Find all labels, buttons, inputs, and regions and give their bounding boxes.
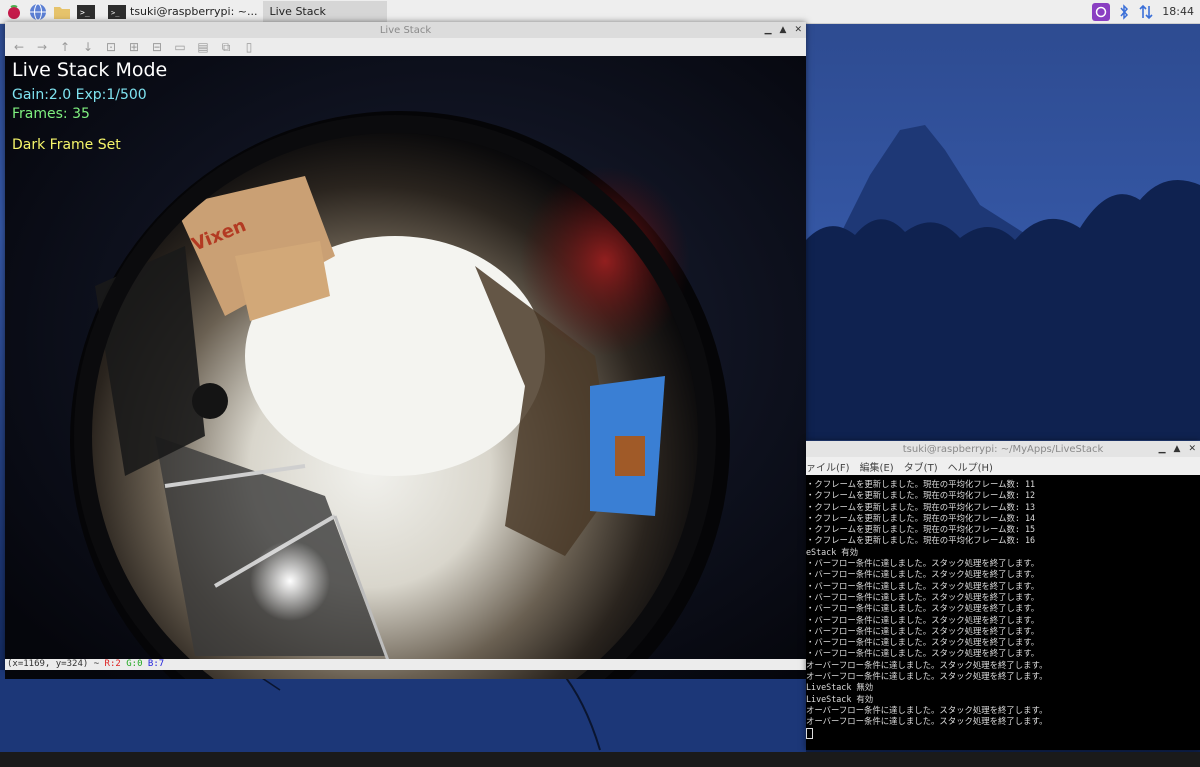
taskbar: >_ >_ tsuki@raspberrypi: ~... Live Stack…	[0, 0, 1200, 24]
file-manager-folder-icon[interactable]	[52, 2, 72, 22]
copy-icon[interactable]: ⧉	[218, 40, 234, 54]
terminal-prompt[interactable]	[806, 727, 1200, 739]
terminal-titlebar[interactable]: tsuki@raspberrypi: ~/MyApps/LiveStack ▁ …	[806, 441, 1200, 457]
taskbar-task-terminal[interactable]: >_ tsuki@raspberrypi: ~...	[102, 1, 263, 22]
terminal-line: ・バーフロー条件に達しました。スタック処理を終了します。	[806, 625, 1040, 636]
vnc-icon[interactable]	[1092, 2, 1111, 21]
terminal-line: ・クフレームを更新しました。現在の平均化フレーム数: 12	[806, 490, 1036, 501]
pixel-g: G:0	[126, 659, 143, 669]
terminal-line: ・バーフロー条件に達しました。スタック処理を終了します。	[806, 558, 1040, 569]
terminal-line: オーバーフロー条件に達しました。スタック処理を終了します。	[806, 704, 1048, 715]
close-icon[interactable]: ✕	[794, 25, 802, 35]
properties-icon[interactable]: ▯	[241, 40, 257, 54]
terminal-window: tsuki@raspberrypi: ~/MyApps/LiveStack ▁ …	[806, 441, 1200, 750]
livestack-titlebar[interactable]: Live Stack ▁ ▲ ✕	[5, 22, 806, 38]
window-title: Live Stack	[379, 24, 432, 36]
minimize-icon[interactable]: ▁	[1159, 444, 1166, 454]
terminal-menubar: ァイル(F) 編集(E) タブ(T) ヘルプ(H)	[806, 457, 1200, 475]
terminal-line: ・クフレームを更新しました。現在の平均化フレーム数: 14	[806, 512, 1036, 523]
up-arrow-icon[interactable]: ↑	[57, 40, 73, 54]
overlay-frames: Frames: 35	[12, 106, 90, 122]
terminal-line: ・バーフロー条件に達しました。スタック処理を終了します。	[806, 614, 1040, 625]
minimize-icon[interactable]: ▁	[765, 25, 772, 35]
overlay-gain-exp: Gain:2.0 Exp:1/500	[12, 87, 147, 103]
terminal-line: ・クフレームを更新しました。現在の平均化フレーム数: 13	[806, 501, 1036, 512]
menu-edit[interactable]: 編集(E)	[860, 459, 894, 474]
terminal-launcher-icon[interactable]: >_	[76, 2, 96, 22]
bluetooth-icon[interactable]	[1118, 3, 1130, 20]
browser-globe-icon[interactable]	[28, 2, 48, 22]
task-label: tsuki@raspberrypi: ~...	[130, 5, 258, 18]
zoom-out-icon[interactable]: ▭	[172, 40, 188, 54]
zoom-original-icon[interactable]: ⊟	[149, 40, 165, 54]
terminal-line: オーバーフロー条件に達しました。スタック処理を終了します。	[806, 659, 1048, 670]
save-icon[interactable]: ▤	[195, 40, 211, 54]
svg-text:>_: >_	[111, 9, 120, 17]
zoom-fit-icon[interactable]: ⊞	[126, 40, 142, 54]
forward-arrow-icon[interactable]: →	[34, 40, 50, 54]
terminal-line: LiveStack 無効	[806, 682, 874, 693]
close-icon[interactable]: ✕	[1188, 444, 1196, 454]
clock: 18:44	[1162, 5, 1194, 18]
terminal-line: オーバーフロー条件に達しました。スタック処理を終了します。	[806, 671, 1048, 682]
raspberry-menu-icon[interactable]	[4, 2, 24, 22]
down-arrow-icon[interactable]: ↓	[80, 40, 96, 54]
pixel-r: R:2	[104, 659, 121, 669]
network-arrows-icon[interactable]	[1138, 4, 1154, 20]
zoom-in-icon[interactable]: ⊡	[103, 40, 119, 54]
livestack-window: Live Stack ▁ ▲ ✕ ← → ↑ ↓ ⊡ ⊞ ⊟ ▭ ▤ ⧉ ▯ V…	[5, 22, 806, 679]
pixel-status-bar: (x=1169, y=324) ~ R:2 G:0 B:7	[5, 659, 806, 670]
terminal-line: オーバーフロー条件に達しました。スタック処理を終了します。	[806, 716, 1048, 727]
camera-image-canvas[interactable]: Vixen Live Stack Mode Gain:2.0 Exp:1/500…	[5, 56, 806, 679]
livestack-toolbar: ← → ↑ ↓ ⊡ ⊞ ⊟ ▭ ▤ ⧉ ▯	[5, 38, 806, 55]
terminal-line: ・クフレームを更新しました。現在の平均化フレーム数: 11	[806, 479, 1036, 489]
pixel-b: B:7	[147, 659, 165, 669]
task-label: Live Stack	[269, 5, 326, 18]
fisheye-camera-image: Vixen	[5, 56, 806, 679]
cursor-coords: (x=1169, y=324) ~	[7, 659, 105, 669]
terminal-line: ・バーフロー条件に達しました。スタック処理を終了します。	[806, 580, 1040, 591]
text-cursor	[806, 727, 813, 739]
overlay-dark-frame: Dark Frame Set	[12, 137, 121, 153]
system-tray: 18:44	[1092, 0, 1194, 23]
terminal-icon: >_	[108, 4, 126, 19]
window-title: tsuki@raspberrypi: ~/MyApps/LiveStack	[902, 443, 1104, 455]
svg-text:>_: >_	[80, 8, 90, 17]
terminal-line: LiveStack 有効	[806, 693, 874, 704]
menu-tabs[interactable]: タブ(T)	[904, 459, 938, 474]
taskbar-task-livestack[interactable]: Live Stack	[263, 1, 388, 22]
terminal-line: ・バーフロー条件に達しました。スタック処理を終了します。	[806, 591, 1040, 602]
terminal-line: ・クフレームを更新しました。現在の平均化フレーム数: 15	[806, 524, 1036, 535]
bottom-strip	[0, 752, 1200, 767]
terminal-output[interactable]: ・クフレームを更新しました。現在の平均化フレーム数: 11 ・クフレームを更新しま…	[806, 477, 1200, 752]
maximize-icon[interactable]: ▲	[780, 25, 787, 35]
terminal-line: ・クフレームを更新しました。現在の平均化フレーム数: 16	[806, 535, 1036, 546]
menu-help[interactable]: ヘルプ(H)	[948, 459, 993, 474]
maximize-icon[interactable]: ▲	[1174, 444, 1181, 454]
menu-file[interactable]: ァイル(F)	[806, 459, 850, 474]
back-arrow-icon[interactable]: ←	[11, 40, 27, 54]
terminal-line: ・バーフロー条件に達しました。スタック処理を終了します。	[806, 569, 1040, 580]
terminal-line: ・バーフロー条件に達しました。スタック処理を終了します。	[806, 648, 1040, 659]
terminal-line: eStack 有効	[806, 546, 859, 557]
overlay-mode: Live Stack Mode	[12, 59, 168, 81]
terminal-line: ・バーフロー条件に達しました。スタック処理を終了します。	[806, 637, 1040, 648]
terminal-line: ・バーフロー条件に達しました。スタック処理を終了します。	[806, 603, 1040, 614]
